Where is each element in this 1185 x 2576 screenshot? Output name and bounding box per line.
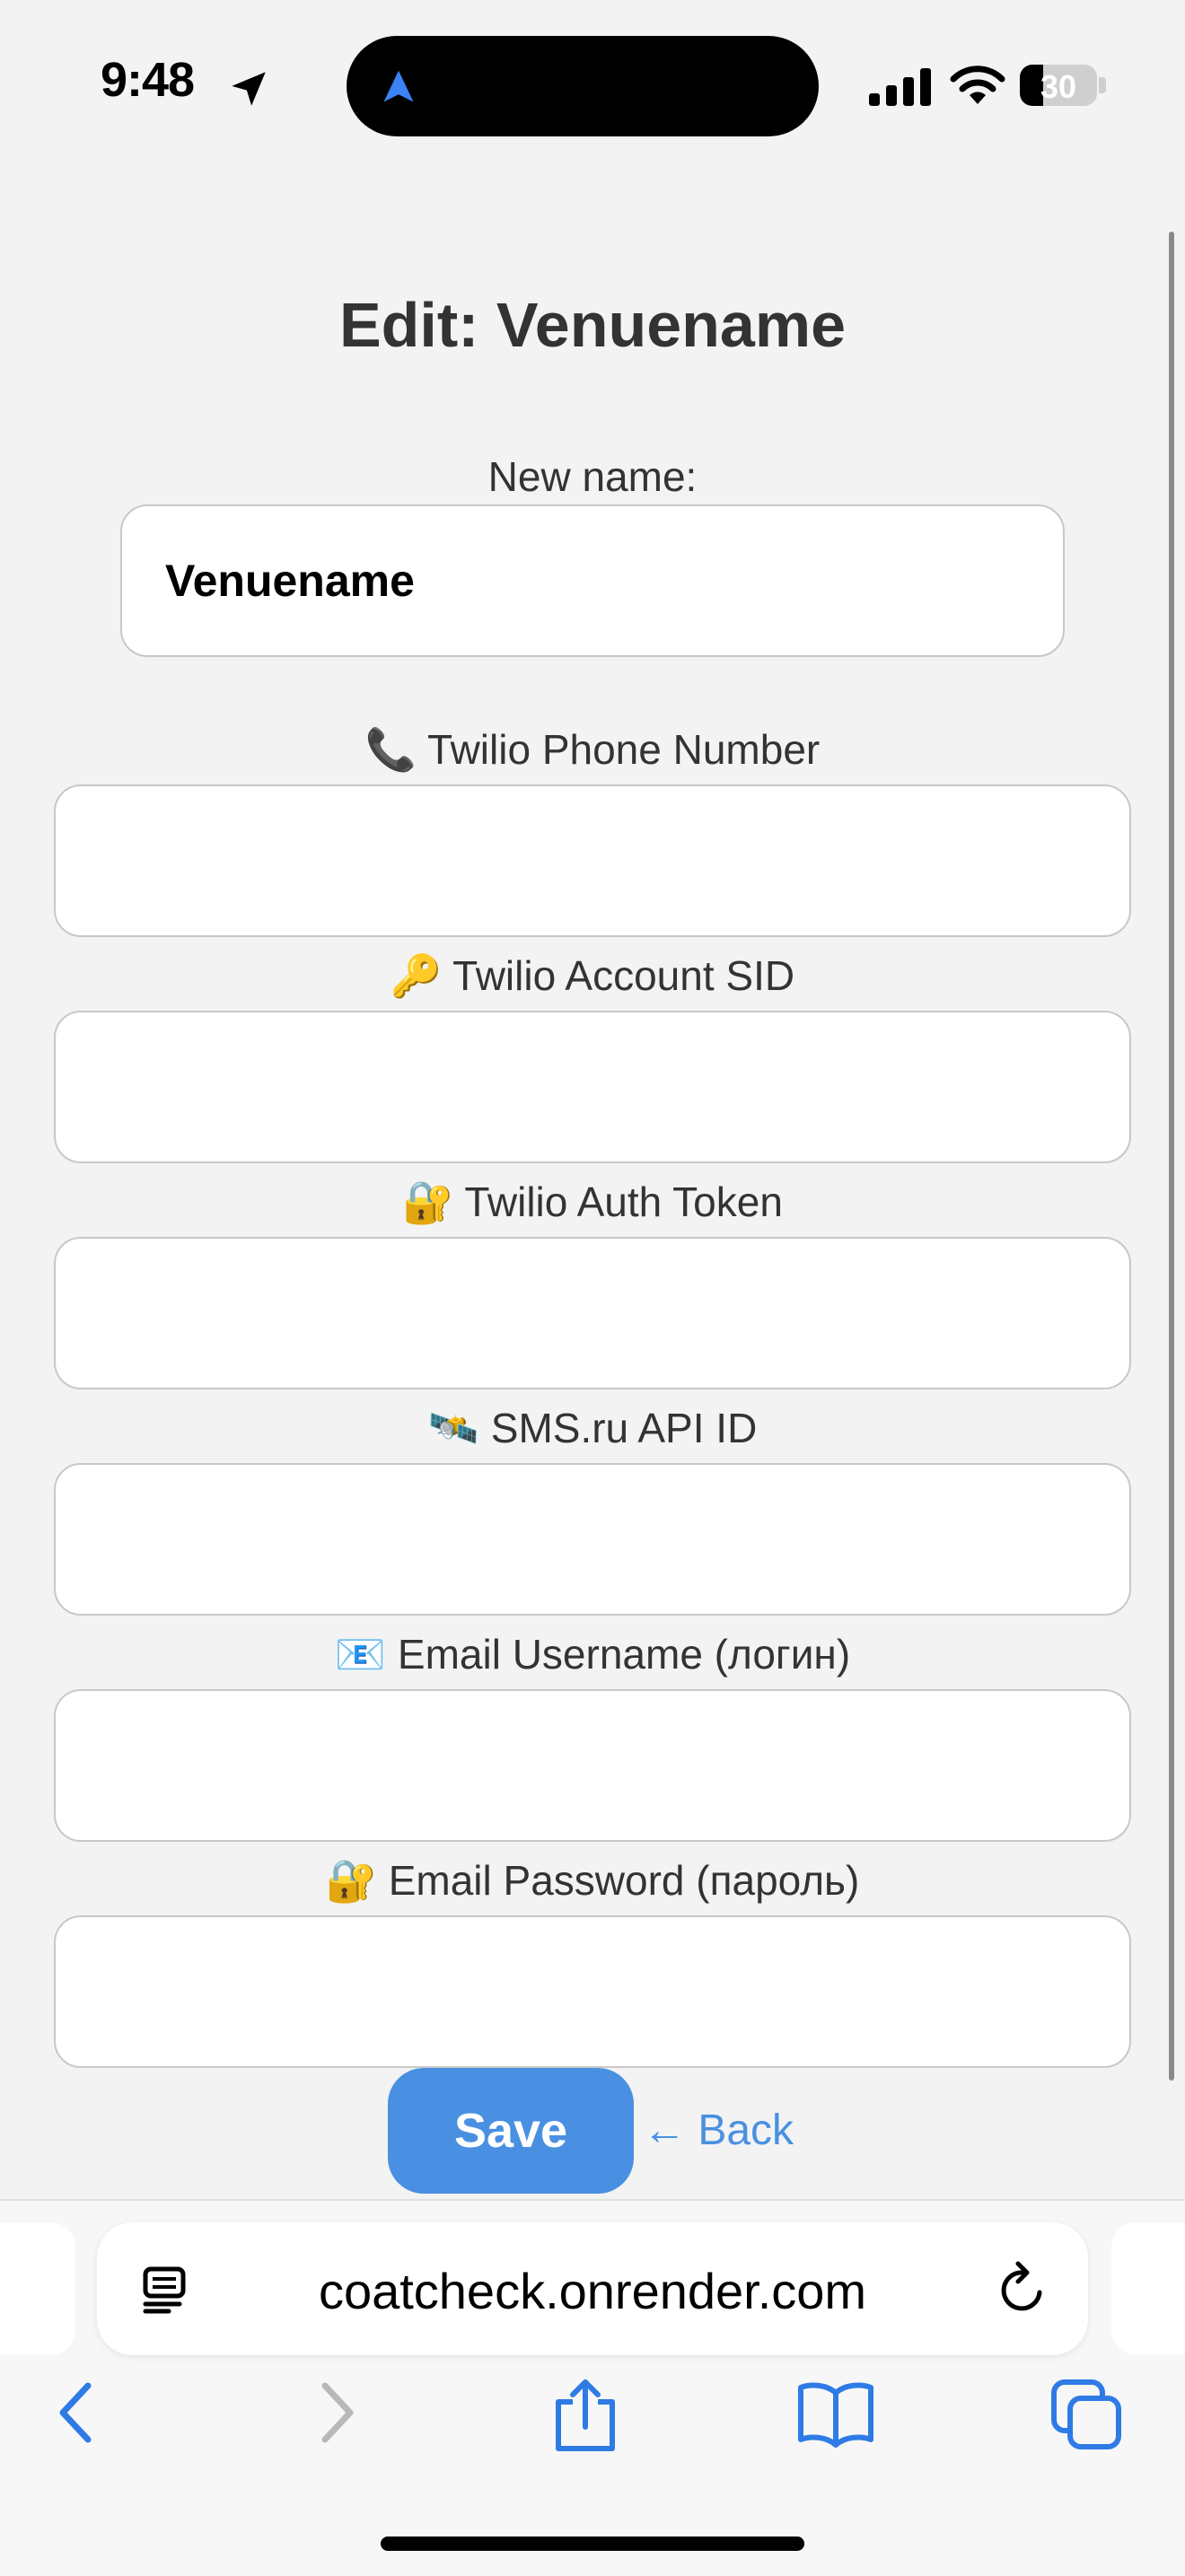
next-tab-peek[interactable] bbox=[1111, 2222, 1185, 2355]
email-username-input[interactable] bbox=[54, 1689, 1131, 1842]
navigation-icon bbox=[383, 70, 414, 102]
status-bar: 9:48 30 bbox=[0, 0, 1185, 171]
back-icon[interactable] bbox=[54, 2377, 99, 2449]
twilio-phone-input[interactable] bbox=[54, 784, 1131, 937]
phone-icon: 📞 bbox=[364, 725, 417, 774]
battery-tip bbox=[1099, 77, 1106, 93]
battery-icon: 30 bbox=[1020, 65, 1097, 106]
twilio-token-input[interactable] bbox=[54, 1237, 1131, 1389]
page-title: Edit: Venuename bbox=[338, 290, 847, 360]
email-password-input[interactable] bbox=[54, 1915, 1131, 2068]
dynamic-island bbox=[347, 36, 819, 136]
browser-chrome: coatcheck.onrender.com bbox=[0, 2199, 1185, 2576]
satellite-icon: 🛰️ bbox=[427, 1404, 479, 1452]
signal-icon bbox=[869, 68, 931, 106]
battery-level: 30 bbox=[1040, 68, 1077, 105]
twilio-phone-label-text: Twilio Phone Number bbox=[427, 726, 821, 773]
email-password-label: 🔐 Email Password (пароль) bbox=[0, 1856, 1185, 1906]
smsru-api-label: 🛰️ SMS.ru API ID bbox=[0, 1404, 1185, 1453]
status-time: 9:48 bbox=[101, 53, 195, 107]
back-link[interactable]: ← Back bbox=[643, 2106, 794, 2155]
email-icon: 📧 bbox=[334, 1630, 387, 1678]
smsru-api-input[interactable] bbox=[54, 1463, 1131, 1616]
wifi-icon bbox=[950, 66, 1005, 104]
twilio-sid-input[interactable] bbox=[54, 1011, 1131, 1163]
previous-tab-peek[interactable] bbox=[0, 2222, 75, 2355]
share-icon[interactable] bbox=[549, 2377, 621, 2454]
lock-with-key-icon: 🔐 bbox=[325, 1856, 377, 1905]
email-username-label: 📧 Email Username (логин) bbox=[0, 1630, 1185, 1679]
new-name-label: New name: bbox=[487, 453, 698, 500]
save-button[interactable]: Save bbox=[388, 2068, 634, 2194]
address-bar[interactable]: coatcheck.onrender.com bbox=[97, 2222, 1088, 2355]
home-indicator[interactable] bbox=[381, 2537, 804, 2551]
key-icon: 🔑 bbox=[390, 951, 443, 1000]
reload-icon[interactable] bbox=[996, 2260, 1050, 2318]
new-name-input[interactable] bbox=[120, 504, 1065, 657]
twilio-token-label-text: Twilio Auth Token bbox=[464, 1178, 783, 1225]
twilio-sid-label-text: Twilio Account SID bbox=[452, 952, 795, 999]
bookmarks-icon[interactable] bbox=[795, 2377, 876, 2449]
location-arrow-icon bbox=[232, 72, 266, 106]
page-scrollbar[interactable] bbox=[1169, 232, 1174, 2081]
twilio-sid-label: 🔑 Twilio Account SID bbox=[0, 951, 1185, 1001]
forward-icon[interactable] bbox=[314, 2377, 359, 2449]
url-text: coatcheck.onrender.com bbox=[318, 2263, 867, 2319]
twilio-phone-label: 📞 Twilio Phone Number bbox=[0, 725, 1185, 775]
smsru-api-label-text: SMS.ru API ID bbox=[490, 1405, 758, 1451]
email-password-label-text: Email Password (пароль) bbox=[388, 1857, 860, 1904]
twilio-token-label: 🔐 Twilio Auth Token bbox=[0, 1178, 1185, 1227]
tabs-icon[interactable] bbox=[1049, 2377, 1124, 2452]
lock-with-key-icon: 🔐 bbox=[402, 1178, 454, 1226]
email-username-label-text: Email Username (логин) bbox=[397, 1631, 851, 1678]
